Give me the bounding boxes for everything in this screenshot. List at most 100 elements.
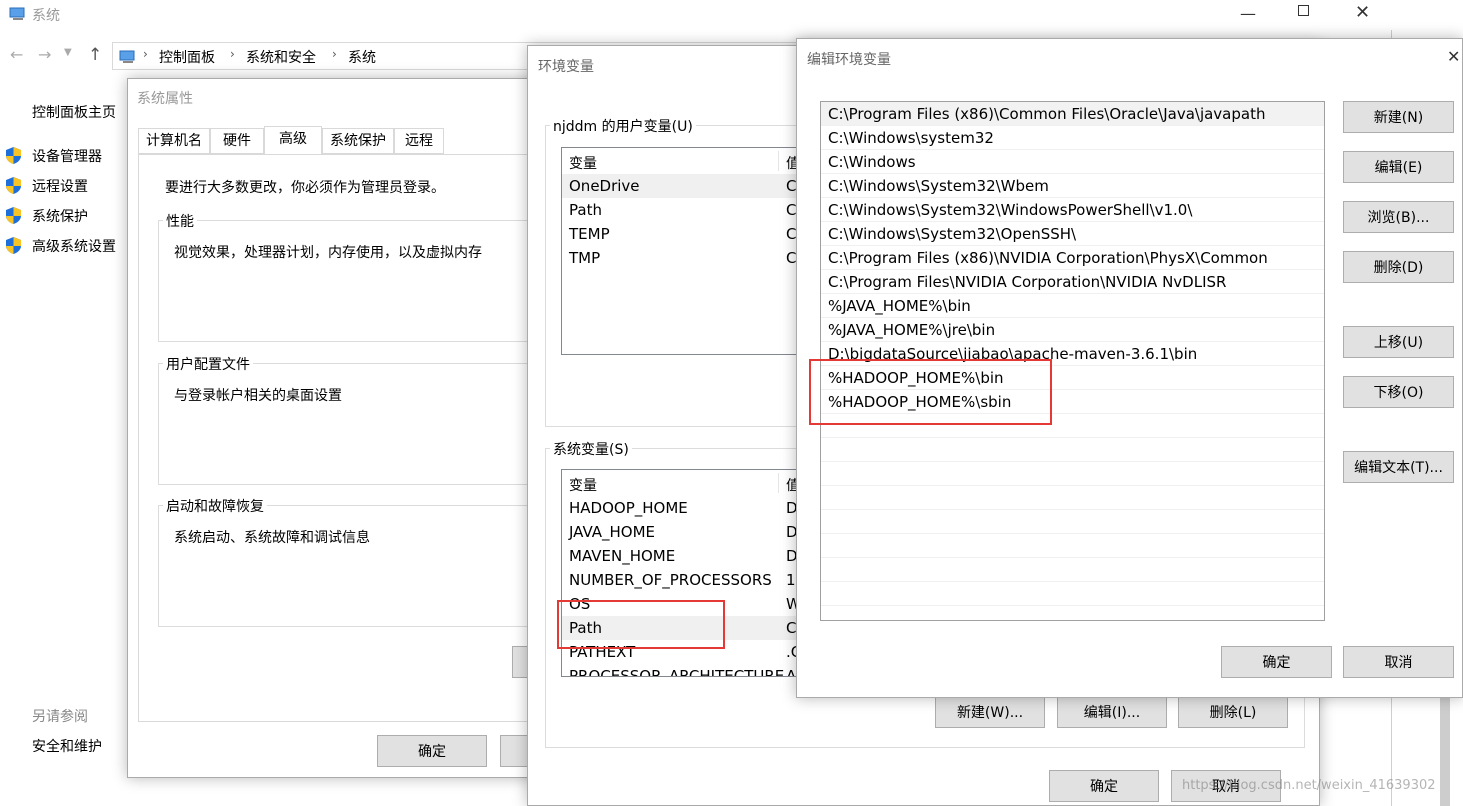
up-arrow-icon[interactable]: ↑ <box>88 45 102 65</box>
var-name: Path <box>569 201 602 219</box>
list-item[interactable]: C:\Program Files\NVIDIA Corporation\NVID… <box>821 270 1324 294</box>
performance-title: 性能 <box>163 211 197 231</box>
list-item[interactable]: C:\Windows <box>821 150 1324 174</box>
table-row[interactable]: MAVEN_HOME D <box>562 544 815 568</box>
system-var-delete-button[interactable]: 删除(L) <box>1178 696 1288 728</box>
empty-row <box>821 462 1324 486</box>
tab-hardware[interactable]: 硬件 <box>210 128 264 154</box>
see-also-security-maintenance[interactable]: 安全和维护 <box>32 736 102 756</box>
system-var-new-button[interactable]: 新建(W)... <box>935 696 1045 728</box>
tab-label: 远程 <box>405 133 433 149</box>
var-name: HADOOP_HOME <box>569 499 688 517</box>
col-variable-header[interactable]: 变量 <box>569 153 597 173</box>
path-edit-button[interactable]: 编辑(E) <box>1343 151 1454 183</box>
var-name: MAVEN_HOME <box>569 547 676 565</box>
table-row[interactable]: PROCESSOR_ARCHITECTURE A <box>562 664 815 677</box>
admin-note: 要进行大多数更改，你必须作为管理员登录。 <box>165 180 445 196</box>
startup-title: 启动和故障恢复 <box>163 496 267 516</box>
table-row[interactable]: OneDrive C <box>562 174 815 198</box>
user-vars-title: njddm 的用户变量(U) <box>550 116 696 136</box>
sidebar-item-advanced-settings[interactable]: 高级系统设置 <box>32 236 116 256</box>
env-vars-ok-button[interactable]: 确定 <box>1049 770 1159 802</box>
breadcrumb-separator-icon: › <box>143 47 148 61</box>
table-row[interactable]: TEMP C <box>562 222 815 246</box>
path-delete-button[interactable]: 删除(D) <box>1343 251 1454 283</box>
empty-row <box>821 486 1324 510</box>
table-row[interactable]: TMP C <box>562 246 815 270</box>
list-item[interactable]: %JAVA_HOME%\bin <box>821 294 1324 318</box>
breadcrumb-item-control-panel[interactable]: 控制面板 <box>159 47 215 67</box>
var-name: PROCESSOR_ARCHITECTURE <box>569 667 785 677</box>
list-item[interactable]: C:\Program Files (x86)\NVIDIA Corporatio… <box>821 246 1324 270</box>
shield-icon <box>6 147 21 164</box>
back-arrow-icon[interactable]: ← <box>10 45 23 64</box>
path-move-down-button[interactable]: 下移(O) <box>1343 376 1454 408</box>
system-var-edit-button[interactable]: 编辑(I)... <box>1057 696 1167 728</box>
var-value: C <box>786 177 797 195</box>
user-vars-list[interactable]: 变量 值 OneDrive C Path C TEMP C TMP C <box>561 147 815 355</box>
breadcrumb-item-system-security[interactable]: 系统和安全 <box>246 47 316 67</box>
system-window-title: 系统 <box>32 8 60 24</box>
sidebar-item-remote-settings[interactable]: 远程设置 <box>32 176 88 196</box>
var-value: C <box>786 619 797 637</box>
edit-env-cancel-button[interactable]: 取消 <box>1343 646 1454 678</box>
path-browse-button[interactable]: 浏览(B)... <box>1343 201 1454 233</box>
forward-arrow-icon[interactable]: → <box>38 45 51 64</box>
close-icon[interactable]: ✕ <box>1355 2 1370 23</box>
performance-group <box>158 220 550 342</box>
system-properties-dialog: 系统属性 计算机名 硬件 高级 系统保护 远程 要进行大多数更改，你必须作为管理… <box>127 78 552 778</box>
tab-label: 系统保护 <box>330 133 386 149</box>
empty-row <box>821 558 1324 582</box>
edit-env-dialog: 编辑环境变量 ✕ C:\Program Files (x86)\Common F… <box>796 38 1463 698</box>
system-vars-list[interactable]: 变量 值 HADOOP_HOME D JAVA_HOME D MAVEN_HOM… <box>561 469 815 677</box>
system-app-icon <box>9 7 25 20</box>
shield-icon <box>6 177 21 194</box>
var-value: C <box>786 201 797 219</box>
path-edit-text-button[interactable]: 编辑文本(T)... <box>1343 451 1454 483</box>
system-vars-header: 变量 值 <box>562 470 815 496</box>
system-vars-title: 系统变量(S) <box>550 439 632 459</box>
list-item[interactable]: C:\Windows\system32 <box>821 126 1324 150</box>
table-row-selected[interactable]: Path C <box>562 616 815 640</box>
table-row[interactable]: Path C <box>562 198 815 222</box>
header-divider <box>778 473 779 493</box>
list-item[interactable]: %HADOOP_HOME%\sbin <box>821 390 1324 414</box>
path-new-button[interactable]: 新建(N) <box>1343 101 1454 133</box>
list-item[interactable]: C:\Windows\System32\OpenSSH\ <box>821 222 1324 246</box>
page-scrollbar[interactable] <box>1440 692 1450 806</box>
list-item[interactable]: C:\Windows\System32\WindowsPowerShell\v1… <box>821 198 1324 222</box>
table-row[interactable]: NUMBER_OF_PROCESSORS 12 <box>562 568 815 592</box>
list-item[interactable]: D:\bigdataSource\jiabao\apache-maven-3.6… <box>821 342 1324 366</box>
tab-system-protection[interactable]: 系统保护 <box>322 128 394 154</box>
table-row[interactable]: JAVA_HOME D <box>562 520 815 544</box>
list-item[interactable]: C:\Windows\System32\Wbem <box>821 174 1324 198</box>
table-row[interactable]: PATHEXT .C <box>562 640 815 664</box>
var-value: A <box>786 667 797 677</box>
see-also-title: 另请参阅 <box>32 709 88 725</box>
shield-icon <box>6 237 21 254</box>
list-item-selected[interactable]: C:\Program Files (x86)\Common Files\Orac… <box>821 102 1324 126</box>
list-item[interactable]: %HADOOP_HOME%\bin <box>821 366 1324 390</box>
col-variable-header[interactable]: 变量 <box>569 475 597 495</box>
path-move-up-button[interactable]: 上移(U) <box>1343 326 1454 358</box>
system-properties-ok-button[interactable]: 确定 <box>377 735 487 767</box>
empty-row <box>821 438 1324 462</box>
path-list[interactable]: C:\Program Files (x86)\Common Files\Orac… <box>820 101 1325 621</box>
dropdown-chevron-icon[interactable]: ▼ <box>64 47 72 58</box>
table-row[interactable]: OS W <box>562 592 815 616</box>
close-icon[interactable]: ✕ <box>1447 47 1460 66</box>
breadcrumb-item-system[interactable]: 系统 <box>348 47 376 67</box>
table-row[interactable]: HADOOP_HOME D <box>562 496 815 520</box>
advanced-tab-panel: 要进行大多数更改，你必须作为管理员登录。 性能 视觉效果，处理器计划，内存使用，… <box>138 154 552 722</box>
tab-advanced[interactable]: 高级 <box>264 126 322 155</box>
sidebar-item-system-protection[interactable]: 系统保护 <box>32 206 88 226</box>
tab-computer-name[interactable]: 计算机名 <box>138 128 210 154</box>
edit-env-ok-button[interactable]: 确定 <box>1221 646 1332 678</box>
tab-remote[interactable]: 远程 <box>394 128 444 154</box>
sidebar-item-device-manager[interactable]: 设备管理器 <box>32 146 102 166</box>
maximize-icon[interactable] <box>1298 5 1309 16</box>
var-name: PATHEXT <box>569 643 636 661</box>
list-item[interactable]: %JAVA_HOME%\jre\bin <box>821 318 1324 342</box>
minimize-icon[interactable]: — <box>1240 4 1256 23</box>
sidebar-home-link[interactable]: 控制面板主页 <box>32 102 116 122</box>
